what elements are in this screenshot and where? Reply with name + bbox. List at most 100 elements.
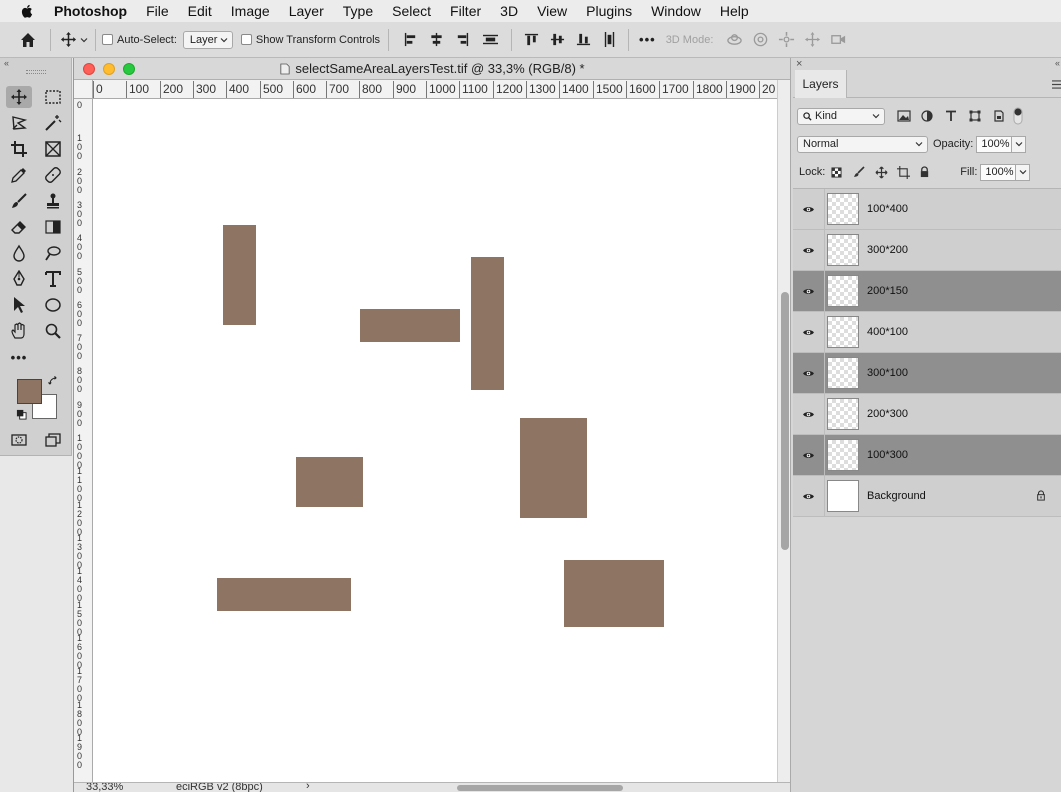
show-transform-controls-checkbox[interactable] — [240, 34, 252, 45]
collapse-panel-icon[interactable]: « — [4, 58, 9, 68]
lock-position-icon[interactable] — [875, 166, 888, 179]
menu-filter[interactable]: Filter — [450, 3, 481, 19]
menu-window[interactable]: Window — [651, 3, 701, 19]
filter-toggle-switch[interactable] — [1013, 107, 1023, 125]
fill-input[interactable]: 100% — [980, 163, 1017, 181]
edit-toolbar-button[interactable]: ••• — [6, 346, 32, 368]
layer-row[interactable]: 200*300 — [793, 394, 1061, 435]
shape-300x200[interactable] — [564, 560, 664, 627]
default-colors-icon[interactable] — [16, 409, 27, 423]
menu-help[interactable]: Help — [720, 3, 749, 19]
auto-select-checkbox[interactable] — [102, 34, 113, 45]
layer-name[interactable]: 300*200 — [867, 244, 908, 256]
more-options-button[interactable]: ••• — [639, 32, 656, 47]
layer-name[interactable]: 200*300 — [867, 408, 908, 420]
layer-name[interactable]: Background — [867, 490, 926, 502]
shape-200x300[interactable] — [520, 418, 587, 518]
shape-100x400[interactable] — [223, 225, 256, 325]
filter-smart-object-icon[interactable] — [993, 110, 1005, 122]
horizontal-ruler[interactable]: 0 100 200 300 400 500 600 700 800 900 10… — [93, 80, 777, 99]
menu-type[interactable]: Type — [343, 3, 373, 19]
panel-grip[interactable] — [26, 70, 46, 74]
eye-icon[interactable] — [793, 312, 825, 352]
hand-icon[interactable] — [6, 320, 32, 342]
menu-file[interactable]: File — [146, 3, 169, 19]
shape-200x150[interactable] — [296, 457, 363, 507]
layer-name[interactable]: 300*100 — [867, 367, 908, 379]
eye-icon[interactable] — [793, 476, 825, 516]
eye-icon[interactable] — [793, 230, 825, 270]
zoom-icon[interactable] — [40, 320, 66, 342]
menu-image[interactable]: Image — [231, 3, 270, 19]
menu-view[interactable]: View — [537, 3, 567, 19]
blur-icon[interactable] — [6, 242, 32, 264]
ruler-origin[interactable] — [74, 80, 93, 99]
eye-icon[interactable] — [793, 394, 825, 434]
layer-name[interactable]: 100*300 — [867, 449, 908, 461]
vertical-ruler[interactable]: 0 100 200 300 400 500 600 700 800 900 10… — [74, 99, 93, 782]
ellipse-icon[interactable] — [40, 294, 66, 316]
filter-type-layer-icon[interactable] — [945, 110, 957, 122]
eye-icon[interactable] — [793, 435, 825, 475]
eye-icon[interactable] — [793, 189, 825, 229]
filter-kind-dropdown[interactable]: Kind — [797, 107, 885, 125]
eye-icon[interactable] — [793, 353, 825, 393]
eye-icon[interactable] — [793, 271, 825, 311]
document-canvas[interactable] — [93, 99, 777, 782]
menu-3d[interactable]: 3D — [500, 3, 518, 19]
auto-select-target-dropdown[interactable]: Layer — [182, 30, 233, 49]
gradient-icon[interactable] — [40, 216, 66, 238]
layer-row[interactable]: 300*200 — [793, 230, 1061, 271]
marquee-icon[interactable] — [40, 86, 66, 108]
shape-300x100[interactable] — [360, 309, 460, 342]
align-top-edges-icon[interactable] — [518, 32, 544, 47]
distribute-horizontally-icon[interactable] — [475, 32, 505, 47]
crop-icon[interactable] — [6, 138, 32, 160]
foreground-color-swatch[interactable] — [17, 379, 42, 404]
opacity-slider-button[interactable] — [1012, 135, 1027, 153]
filter-shape-layer-icon[interactable] — [969, 110, 981, 122]
layer-row[interactable]: 300*100 — [793, 353, 1061, 394]
vertical-scrollbar-thumb[interactable] — [781, 292, 789, 550]
lock-all-icon[interactable] — [919, 166, 930, 178]
close-panel-icon[interactable]: × — [796, 58, 802, 70]
menu-edit[interactable]: Edit — [188, 3, 212, 19]
layer-name[interactable]: 100*400 — [867, 203, 908, 215]
align-bottom-edges-icon[interactable] — [570, 32, 596, 47]
chevron-right-icon[interactable]: › — [306, 783, 310, 792]
blend-mode-dropdown[interactable]: Normal — [797, 135, 928, 153]
move-icon[interactable] — [6, 86, 32, 108]
layer-row[interactable]: 100*400 — [793, 189, 1061, 230]
layer-row[interactable]: 400*100 — [793, 312, 1061, 353]
move-tool-preset-icon[interactable] — [57, 31, 79, 48]
layer-row[interactable]: 100*300 — [793, 435, 1061, 476]
zoom-window-button[interactable] — [123, 63, 135, 75]
menu-layer[interactable]: Layer — [289, 3, 324, 19]
align-right-edges-icon[interactable] — [449, 32, 475, 47]
shape-400x100[interactable] — [217, 578, 351, 611]
collapse-panel-icon[interactable]: « — [1055, 58, 1060, 68]
lock-image-pixels-icon[interactable] — [853, 166, 865, 178]
filter-pixel-layer-icon[interactable] — [897, 110, 911, 122]
layer-name[interactable]: 200*150 — [867, 285, 908, 297]
opacity-input[interactable]: 100% — [976, 135, 1013, 153]
fill-slider-button[interactable] — [1016, 163, 1031, 181]
type-icon[interactable] — [40, 268, 66, 290]
horizontal-scrollbar-thumb[interactable] — [457, 785, 623, 791]
chevron-down-icon[interactable] — [79, 36, 89, 44]
eyedropper-icon[interactable] — [6, 164, 32, 186]
shape-100x300[interactable] — [471, 257, 504, 390]
dodge-icon[interactable] — [40, 242, 66, 264]
magic-wand-icon[interactable] — [40, 112, 66, 134]
minimize-window-button[interactable] — [103, 63, 115, 75]
align-horizontal-centers-icon[interactable] — [423, 32, 449, 47]
lock-transparent-pixels-icon[interactable] — [831, 166, 842, 178]
align-vertical-centers-icon[interactable] — [544, 32, 570, 47]
tab-layers[interactable]: Layers — [795, 70, 847, 98]
quick-mask-icon[interactable] — [6, 429, 32, 451]
align-left-edges-icon[interactable] — [397, 32, 423, 47]
clone-stamp-icon[interactable] — [40, 190, 66, 212]
layer-row[interactable]: Background — [793, 476, 1061, 517]
distribute-vertically-icon[interactable] — [596, 31, 622, 48]
menu-plugins[interactable]: Plugins — [586, 3, 632, 19]
